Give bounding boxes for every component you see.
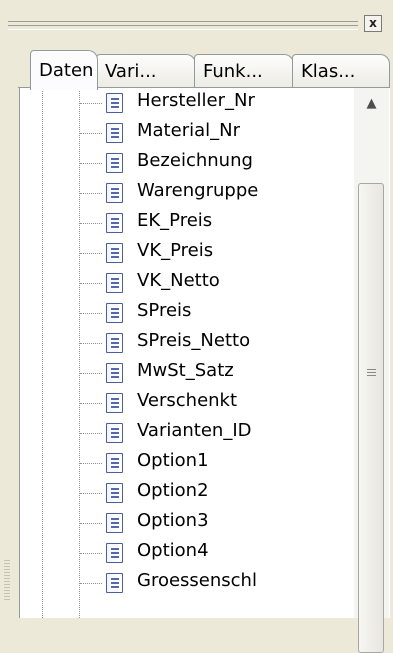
document-field-icon <box>106 453 123 473</box>
document-field-icon <box>106 573 123 593</box>
tab-daten[interactable]: Daten <box>30 50 98 90</box>
tree-item[interactable]: SPreis <box>20 298 340 328</box>
triangle-up-icon: ▲ <box>366 96 377 111</box>
document-field-icon <box>106 543 123 563</box>
document-field-icon <box>106 363 123 383</box>
tree-connector-line <box>80 253 102 254</box>
tree-connector-line <box>80 343 102 344</box>
tree-item[interactable]: Hersteller_Nr <box>20 88 340 118</box>
tree-item-label: Hersteller_Nr <box>137 90 255 111</box>
tree-connector-line <box>80 223 102 224</box>
close-button[interactable]: x <box>364 15 382 32</box>
tree-connector-line <box>80 373 102 374</box>
document-field-icon <box>106 513 123 533</box>
tree-item[interactable]: Option3 <box>20 508 340 538</box>
tab-classes[interactable]: Klas... <box>292 54 390 88</box>
tree-item-label: VK_Netto <box>137 270 220 291</box>
tree-connector-line <box>80 433 102 434</box>
tab-bar: Vari... Funk... Klas... Daten <box>0 38 393 90</box>
tree-item-label: VK_Preis <box>137 240 214 261</box>
tree-connector-line <box>80 283 102 284</box>
tree-item[interactable]: Option2 <box>20 478 340 508</box>
scrollbar-thumb[interactable] <box>358 183 384 653</box>
panel-title-bar[interactable]: x <box>0 0 393 34</box>
scroll-up-button[interactable]: ▲ <box>354 88 389 120</box>
tree-item[interactable]: Verschenkt <box>20 388 340 418</box>
document-field-icon <box>106 333 123 353</box>
tree-item[interactable]: Bezeichnung <box>20 148 340 178</box>
tree-item[interactable]: Groessenschl <box>20 568 340 598</box>
tree-item-label: Warengruppe <box>137 180 259 201</box>
tree-connector-line <box>80 583 102 584</box>
document-field-icon <box>106 213 123 233</box>
tab-variables[interactable]: Vari... <box>96 54 196 88</box>
tree-connector-line <box>80 463 102 464</box>
tree-item-label: SPreis_Netto <box>137 330 251 351</box>
document-field-icon <box>106 483 123 503</box>
document-field-icon <box>106 183 123 203</box>
field-tree[interactable]: Hersteller_Nr Material_Nr Bezeichnung Waren… <box>19 88 390 618</box>
tree-item-label: SPreis <box>137 300 192 321</box>
tree-connector-line <box>80 553 102 554</box>
vertical-scrollbar[interactable]: ▲ <box>354 88 389 653</box>
tree-connector-line <box>80 103 102 104</box>
tree-item[interactable]: MwSt_Satz <box>20 358 340 388</box>
data-panel: x Vari... Funk... Klas... Daten Herstell… <box>0 0 393 653</box>
document-field-icon <box>106 393 123 413</box>
tree-item-label: Material_Nr <box>137 120 240 141</box>
tree-item[interactable]: Varianten_ID <box>20 418 340 448</box>
tree-item-label: Option1 <box>137 450 209 471</box>
resize-grip-icon[interactable] <box>4 560 10 600</box>
document-field-icon <box>106 243 123 263</box>
tree-connector-line <box>80 163 102 164</box>
document-field-icon <box>106 423 123 443</box>
tree-item-label: Option2 <box>137 480 209 501</box>
tree-item[interactable]: EK_Preis <box>20 208 340 238</box>
document-field-icon <box>106 93 123 113</box>
document-field-icon <box>106 273 123 293</box>
tree-connector-line <box>80 493 102 494</box>
tree-item[interactable]: VK_Preis <box>20 238 340 268</box>
tree-item-label: EK_Preis <box>137 210 213 231</box>
tree-item-label: Bezeichnung <box>137 150 253 171</box>
document-field-icon <box>106 123 123 143</box>
tree-item[interactable]: Material_Nr <box>20 118 340 148</box>
tree-item-label: Option4 <box>137 540 209 561</box>
tree-connector-line <box>80 523 102 524</box>
tree-item-label: Option3 <box>137 510 209 531</box>
document-field-icon <box>106 303 123 323</box>
tree-item[interactable]: SPreis_Netto <box>20 328 340 358</box>
tab-functions[interactable]: Funk... <box>194 54 294 88</box>
tree-connector-line <box>80 133 102 134</box>
tree-connector-line <box>80 403 102 404</box>
tree-item[interactable]: Option4 <box>20 538 340 568</box>
tree-item-label: Groessenschl <box>137 570 257 591</box>
tree-item-label: Verschenkt <box>137 390 238 411</box>
tree-item[interactable]: Warengruppe <box>20 178 340 208</box>
tree-connector-line <box>80 313 102 314</box>
tree-item[interactable]: VK_Netto <box>20 268 340 298</box>
tree-item[interactable]: Option1 <box>20 448 340 478</box>
tree-item-label: MwSt_Satz <box>137 360 234 381</box>
grip-lines-icon <box>367 369 376 378</box>
tree-connector-line <box>80 193 102 194</box>
document-field-icon <box>106 153 123 173</box>
tree-item-label: Varianten_ID <box>137 420 252 441</box>
drag-grip-icon[interactable] <box>8 21 358 30</box>
